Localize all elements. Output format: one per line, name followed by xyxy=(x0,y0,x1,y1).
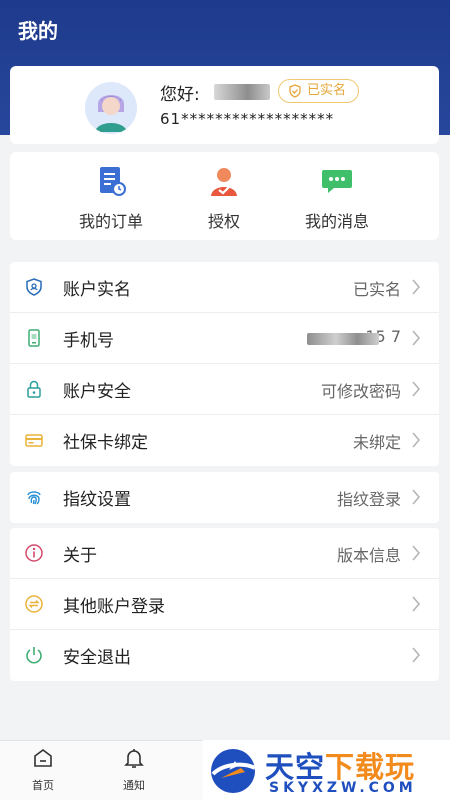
row-account-realname[interactable]: 账户实名 已实名 xyxy=(10,262,439,313)
row-value: 已实名 xyxy=(352,280,401,299)
authorize-label: 授权 xyxy=(207,212,240,231)
row-label: 账户实名 xyxy=(63,280,131,300)
row-label: 安全退出 xyxy=(63,648,131,668)
row-value: 未绑定 xyxy=(352,433,401,452)
my-orders-label: 我的订单 xyxy=(78,212,143,231)
avatar[interactable] xyxy=(85,82,137,134)
row-fingerprint[interactable]: 指纹设置 指纹登录 xyxy=(10,472,439,523)
chevron-right-icon xyxy=(412,545,421,561)
id-shield-icon xyxy=(26,278,42,296)
tab-notifications-label: 通知 xyxy=(123,779,145,792)
chevron-right-icon xyxy=(412,330,421,346)
id-number: 61****************** xyxy=(160,110,335,128)
card-icon xyxy=(25,434,43,447)
row-phone[interactable]: 手机号 15 7 xyxy=(10,313,439,364)
profile-card[interactable]: 您好: 已实名 61****************** xyxy=(10,66,439,144)
shield-check-icon xyxy=(289,84,301,98)
tab-notifications[interactable]: 通知 xyxy=(109,747,159,793)
site-watermark: 天空下载玩 SKYXZW.COM xyxy=(203,740,450,800)
chevron-right-icon xyxy=(412,432,421,448)
order-document-icon xyxy=(100,167,126,196)
my-orders-button[interactable]: 我的订单 xyxy=(51,164,171,234)
switch-account-icon xyxy=(25,595,43,613)
tab-home[interactable]: 首页 xyxy=(18,747,68,793)
row-social-card[interactable]: 社保卡绑定 未绑定 xyxy=(10,415,439,466)
row-account-security[interactable]: 账户安全 可修改密码 xyxy=(10,364,439,415)
row-label: 社保卡绑定 xyxy=(63,433,148,453)
power-icon xyxy=(26,647,42,664)
chevron-right-icon xyxy=(412,279,421,295)
row-label: 账户安全 xyxy=(63,382,131,402)
row-value: 指纹登录 xyxy=(336,490,401,509)
message-chat-icon xyxy=(322,170,352,193)
authorize-person-icon xyxy=(211,168,237,196)
verified-badge: 已实名 xyxy=(278,79,360,103)
row-about[interactable]: 关于 版本信息 xyxy=(10,528,439,579)
masked-name xyxy=(214,84,270,100)
phone-icon xyxy=(28,329,40,347)
about-group: 关于 版本信息 其他账户登录 安全退出 xyxy=(10,528,439,681)
chevron-right-icon xyxy=(412,489,421,505)
home-icon xyxy=(34,749,52,767)
chevron-right-icon xyxy=(412,381,421,397)
watermark-domain: SKYXZW.COM xyxy=(269,780,417,796)
row-label: 其他账户登录 xyxy=(63,597,165,617)
tab-home-label: 首页 xyxy=(32,779,54,792)
bell-icon xyxy=(124,749,144,768)
quick-actions-card: 我的订单 授权 我的消息 xyxy=(10,152,439,240)
row-label: 指纹设置 xyxy=(63,490,131,510)
row-value: 版本信息 xyxy=(336,546,401,565)
row-safe-logout[interactable]: 安全退出 xyxy=(10,630,439,681)
lock-icon xyxy=(27,380,41,398)
avatar-person-icon xyxy=(85,82,137,134)
chevron-right-icon xyxy=(412,647,421,663)
page-title: 我的 xyxy=(18,19,58,43)
chevron-right-icon xyxy=(412,596,421,612)
my-messages-button[interactable]: 我的消息 xyxy=(277,164,397,234)
account-settings-group: 账户实名 已实名 手机号 15 7 账户安全 可修改密码 社保卡绑定 未绑定 xyxy=(10,262,439,466)
watermark-logo-icon xyxy=(211,749,256,793)
info-icon xyxy=(25,544,43,562)
my-messages-label: 我的消息 xyxy=(304,212,369,231)
row-label: 手机号 xyxy=(63,331,114,351)
greeting-text: 您好: xyxy=(160,85,200,105)
fingerprint-group: 指纹设置 指纹登录 xyxy=(10,472,439,523)
authorize-button[interactable]: 授权 xyxy=(164,164,284,234)
row-value: 可修改密码 xyxy=(320,382,401,401)
row-label: 关于 xyxy=(63,546,97,566)
fingerprint-icon xyxy=(27,491,41,505)
masked-phone xyxy=(307,333,379,345)
row-other-account-login[interactable]: 其他账户登录 xyxy=(10,579,439,630)
